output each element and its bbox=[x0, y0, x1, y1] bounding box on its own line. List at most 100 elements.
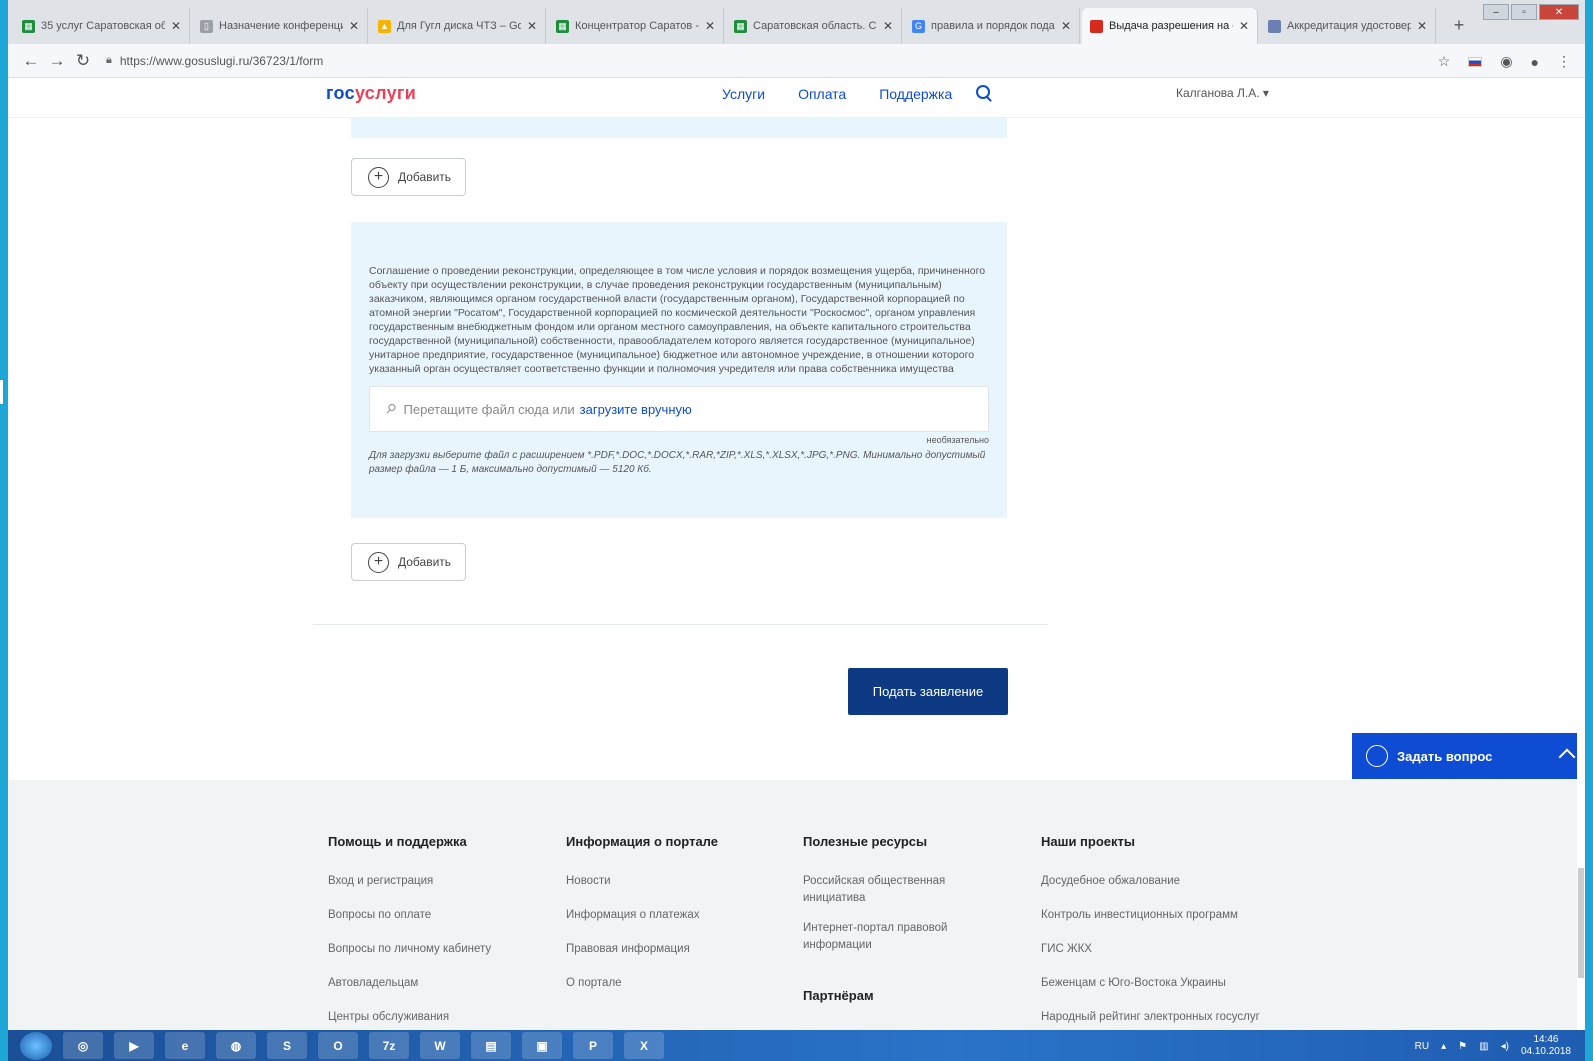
browser-tab[interactable]: ▦35 услуг Саратовская обла✕ bbox=[14, 8, 190, 44]
back-icon[interactable]: ← bbox=[18, 51, 44, 71]
footer-link[interactable]: Досудебное обжалование bbox=[1041, 873, 1301, 890]
footer-link[interactable]: Беженцам с Юго-Востока Украины bbox=[1041, 975, 1301, 992]
paperclip-icon: ⚲ bbox=[382, 399, 400, 418]
footer-info-column: Информация о портале Новости Информация … bbox=[566, 834, 796, 1009]
outlook-icon[interactable]: O bbox=[318, 1032, 358, 1059]
system-tray: RU ▴ ⚑ ▥ ◂) 14:46 04.10.2018 bbox=[1415, 1034, 1571, 1058]
page-scrollbar[interactable] bbox=[1577, 118, 1585, 1030]
new-tab-button[interactable]: + bbox=[1446, 12, 1472, 38]
excel-icon[interactable]: X bbox=[624, 1032, 664, 1059]
skype-icon[interactable]: S bbox=[267, 1032, 307, 1059]
remote-desktop-icon[interactable]: ▣ bbox=[522, 1032, 562, 1059]
file-explorer-icon[interactable]: ▤ bbox=[471, 1032, 511, 1059]
footer-link[interactable]: ГИС ЖКХ bbox=[1041, 941, 1301, 958]
chevron-up-icon[interactable] bbox=[1558, 748, 1576, 766]
upload-manually-link[interactable]: загрузите вручную bbox=[580, 402, 692, 417]
plus-circle-icon: + bbox=[368, 551, 389, 573]
media-player-icon[interactable]: ▶ bbox=[114, 1032, 154, 1059]
document-upload-panel: Соглашение о проведении реконструкции, о… bbox=[351, 222, 1007, 518]
nav-support[interactable]: Поддержка bbox=[879, 86, 952, 102]
site-header: госуслуги Услуги Оплата Поддержка Калган… bbox=[8, 78, 1585, 118]
footer-link[interactable]: Интернет-портал правовой информации bbox=[803, 920, 973, 954]
tab-strip: ▦35 услуг Саратовская обла✕ ▯Назначение … bbox=[8, 0, 1585, 44]
user-menu[interactable]: Калганова Л.А. ▾ bbox=[1176, 86, 1269, 100]
footer-link[interactable]: Новости bbox=[566, 873, 796, 890]
footer-link[interactable]: Центры обслуживания bbox=[328, 1009, 558, 1026]
file-drop-zone[interactable]: ⚲ Перетащите файл сюда или загрузите вру… bbox=[369, 386, 989, 432]
caret-down-icon: ▾ bbox=[1262, 86, 1269, 100]
start-button-icon[interactable] bbox=[20, 1031, 52, 1060]
footer-link[interactable]: Информация о платежах bbox=[566, 907, 796, 924]
url-text: https://www.gosuslugi.ru/36723/1/form bbox=[119, 53, 324, 68]
nav-payment[interactable]: Оплата bbox=[798, 86, 846, 102]
network-icon[interactable]: ▥ bbox=[1479, 1041, 1488, 1052]
maximize-button[interactable]: ▫ bbox=[1511, 4, 1537, 20]
submit-application-button[interactable]: Подать заявление bbox=[848, 668, 1008, 715]
optional-label: необязательно bbox=[926, 435, 989, 445]
volume-icon[interactable]: ◂) bbox=[1501, 1041, 1509, 1052]
browser-tab[interactable]: Gправила и порядок подач ✕ bbox=[904, 8, 1080, 44]
add-button[interactable]: + Добавить bbox=[351, 158, 466, 196]
address-bar[interactable]: 🔒︎ https://www.gosuslugi.ru/36723/1/form bbox=[106, 54, 323, 68]
close-window-button[interactable]: ✕ bbox=[1539, 4, 1579, 20]
ask-question-button[interactable]: Задать вопрос bbox=[1352, 733, 1585, 779]
close-icon[interactable]: ✕ bbox=[527, 19, 537, 33]
browser-window: ▦35 услуг Саратовская обла✕ ▯Назначение … bbox=[8, 0, 1585, 1061]
internet-explorer-icon[interactable]: e bbox=[165, 1032, 205, 1059]
emblem-icon bbox=[1268, 19, 1281, 33]
browser-tab[interactable]: Аккредитация удостовер ✕ bbox=[1260, 8, 1436, 44]
flag-extension-icon[interactable] bbox=[1468, 56, 1483, 67]
flag-tray-icon[interactable]: ⚑ bbox=[1458, 1041, 1467, 1052]
app-icon[interactable]: ◍ bbox=[216, 1032, 256, 1059]
footer-link[interactable]: Автовладельцам bbox=[328, 975, 558, 992]
tray-arrow-icon[interactable]: ▴ bbox=[1441, 1041, 1446, 1052]
profile-icon[interactable]: ● bbox=[1531, 54, 1539, 70]
clock[interactable]: 14:46 04.10.2018 bbox=[1521, 1034, 1571, 1058]
footer-link[interactable]: Российская общественная инициатива bbox=[803, 873, 973, 907]
close-icon[interactable]: ✕ bbox=[705, 19, 715, 33]
search-icon[interactable] bbox=[976, 85, 990, 99]
footer-link[interactable]: Вопросы по личному кабинету bbox=[328, 941, 558, 958]
language-indicator[interactable]: RU bbox=[1415, 1041, 1429, 1052]
footer-link[interactable]: Контроль инвестиционных программ bbox=[1041, 907, 1301, 924]
footer-link[interactable]: Народный рейтинг электронных госуслуг bbox=[1041, 1009, 1301, 1026]
nav-services[interactable]: Услуги bbox=[722, 86, 765, 102]
scrollbar-thumb[interactable] bbox=[1578, 868, 1584, 978]
menu-icon[interactable]: ⋮ bbox=[1557, 53, 1571, 70]
browser-tab-active[interactable]: Выдача разрешения на стр✕ bbox=[1082, 8, 1258, 44]
close-icon[interactable]: ✕ bbox=[1061, 19, 1071, 33]
drive-icon: ▲ bbox=[378, 19, 391, 33]
chrome-icon[interactable]: ◎ bbox=[63, 1032, 103, 1059]
footer-link[interactable]: Вход и регистрация bbox=[328, 873, 558, 890]
sheets-icon: ▦ bbox=[734, 19, 747, 33]
close-icon[interactable]: ✕ bbox=[883, 19, 893, 33]
sheets-icon: ▦ bbox=[22, 19, 35, 33]
forward-icon[interactable]: → bbox=[44, 51, 70, 71]
close-icon[interactable]: ✕ bbox=[1417, 19, 1427, 33]
google-icon: G bbox=[912, 19, 925, 33]
close-icon[interactable]: ✕ bbox=[1239, 19, 1249, 33]
browser-tab[interactable]: ▦ Саратовская область. СЭ ✕ bbox=[726, 8, 902, 44]
browser-tab[interactable]: ▯ Назначение конференции ✕ bbox=[192, 8, 368, 44]
footer-link[interactable]: Вопросы по оплате bbox=[328, 907, 558, 924]
minimize-button[interactable]: – bbox=[1483, 4, 1509, 20]
add-button[interactable]: + Добавить bbox=[351, 543, 466, 581]
close-icon[interactable]: ✕ bbox=[171, 19, 181, 33]
word-icon[interactable]: W bbox=[420, 1032, 460, 1059]
gosuslugi-logo[interactable]: госуслуги bbox=[326, 83, 416, 104]
toolbar-actions: ☆ ◉ ● ⋮ bbox=[1438, 53, 1571, 70]
doc-icon: ▯ bbox=[200, 19, 213, 33]
close-icon[interactable]: ✕ bbox=[349, 19, 359, 33]
extension-icon[interactable]: ◉ bbox=[1500, 53, 1512, 70]
7zip-icon[interactable]: 7z bbox=[369, 1032, 409, 1059]
footer-link[interactable]: Правовая информация bbox=[566, 941, 796, 958]
powerpoint-icon[interactable]: P bbox=[573, 1032, 613, 1059]
bookmark-star-icon[interactable]: ☆ bbox=[1438, 53, 1451, 70]
browser-tab[interactable]: ▲Для Гугл диска ЧТЗ – Goog✕ bbox=[370, 8, 546, 44]
browser-tab[interactable]: ▦ Концентратор Саратов - G ✕ bbox=[548, 8, 724, 44]
windows-taskbar: ◎ ▶ e ◍ S O 7z W ▤ ▣ P X RU ▴ ⚑ ▥ ◂) 14:… bbox=[8, 1030, 1585, 1061]
footer-link[interactable]: О портале bbox=[566, 975, 796, 992]
footer-projects-column: Наши проекты Досудебное обжалование Конт… bbox=[1041, 834, 1301, 1043]
sheets-icon: ▦ bbox=[556, 19, 569, 33]
reload-icon[interactable]: ↻ bbox=[70, 51, 96, 71]
